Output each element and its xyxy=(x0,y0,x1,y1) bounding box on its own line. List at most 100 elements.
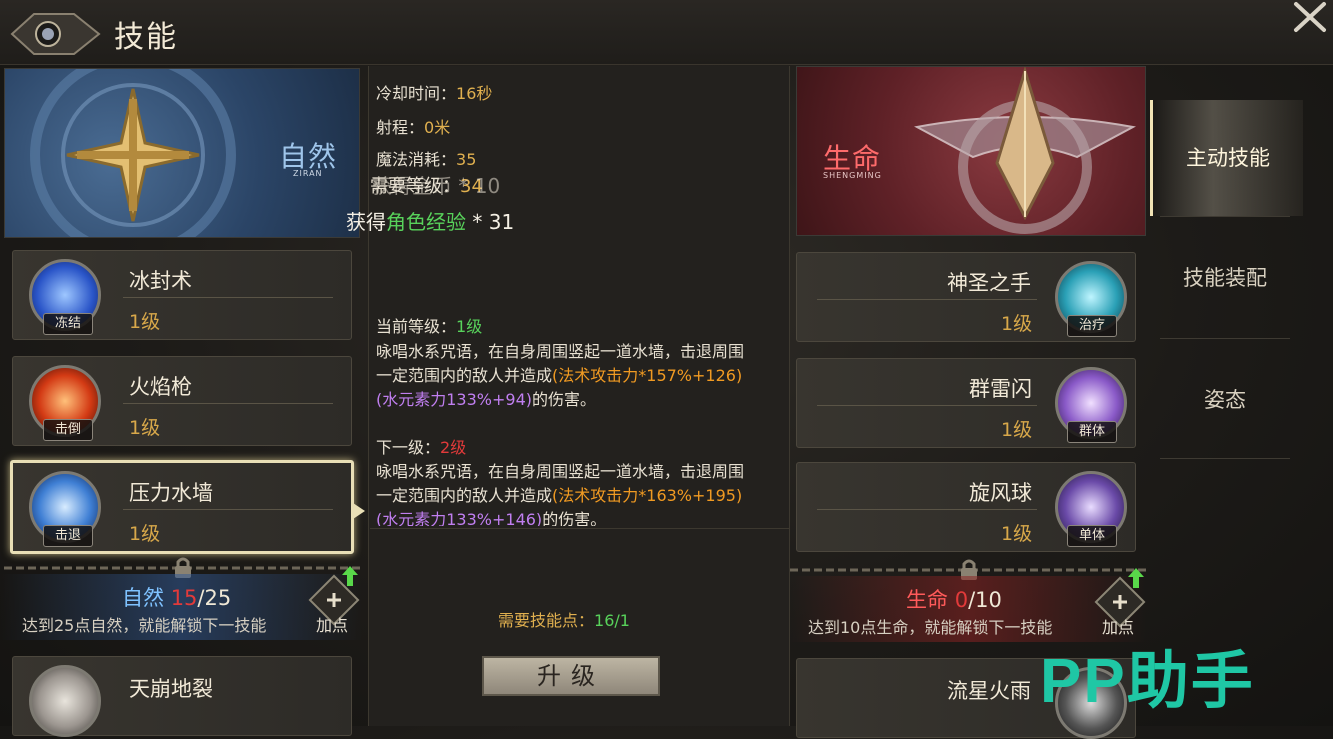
skill-tag-knockdown: 击倒 xyxy=(43,419,93,441)
close-icon[interactable] xyxy=(1290,0,1330,34)
reward-coin-toast: 获得金币 * 10 xyxy=(372,174,501,198)
current-level-label: 当前等级： xyxy=(376,317,457,336)
skill-name: 火焰枪 xyxy=(129,375,192,399)
skill-card-chain-lightning[interactable]: 群雷闪 1级 群体 xyxy=(796,358,1136,448)
skill-level: 1级 xyxy=(129,311,161,333)
mana-label: 魔法消耗： xyxy=(376,150,457,169)
tab-stance[interactable]: 姿态 xyxy=(1150,342,1300,458)
reward-exp-name: 角色经验 xyxy=(386,210,466,234)
skill-name: 流星火雨 xyxy=(947,679,1031,703)
skill-level: 1级 xyxy=(1001,313,1033,335)
cooldown-label: 冷却时间： xyxy=(376,84,457,103)
next-level-clip: 咏唱水系咒语，在自身周围竖起一道水墙，击退周围一定范围内的敌人并造成(法术攻击力… xyxy=(370,458,790,526)
current-level-row: 当前等级：1级 xyxy=(376,313,482,337)
current-level-value: 1级 xyxy=(456,317,483,336)
next-level-label: 下一级： xyxy=(376,438,441,457)
current-desc-tail: 的伤害。 xyxy=(532,390,597,409)
points-current: 15 xyxy=(170,586,198,610)
tab-divider xyxy=(1160,458,1290,459)
skill-name: 压力水墙 xyxy=(129,481,213,505)
reward-exp-toast: 获得角色经验 * 31 xyxy=(346,206,514,235)
points-total: /25 xyxy=(197,586,232,610)
skill-card-whirlwind-ball[interactable]: 旋风球 1级 单体 xyxy=(796,462,1136,552)
life-unlock-hint: 达到10点生命，就能解锁下一技能 xyxy=(808,618,1053,637)
skill-name: 旋风球 xyxy=(969,481,1032,505)
tab-active-skills[interactable]: 主动技能 xyxy=(1150,100,1303,216)
nature-unlock-hint: 达到25点自然，就能解锁下一技能 xyxy=(22,616,267,635)
skill-tag-freeze: 冻结 xyxy=(43,313,93,335)
upgrade-button[interactable]: 升级 xyxy=(482,656,660,696)
menu-emblem-icon xyxy=(10,13,101,55)
skill-tag-group: 群体 xyxy=(1067,421,1117,443)
watermark-logo: PP助手 xyxy=(1040,647,1255,716)
life-school-sub: SHENGMING xyxy=(823,171,882,180)
cooldown-row: 冷却时间：16秒 xyxy=(376,80,492,104)
divider xyxy=(817,509,1037,510)
divider xyxy=(817,299,1037,300)
tab-skill-equip[interactable]: 技能装配 xyxy=(1150,220,1300,336)
next-level-value: 2级 xyxy=(440,438,467,457)
points-school-name: 自然 xyxy=(122,586,164,610)
up-arrow-icon xyxy=(342,566,358,586)
next-desc-spell-power: (法术攻击力*163%+195) xyxy=(552,486,743,505)
skill-card-pressure-water-wall[interactable]: 击退 压力水墙 1级 xyxy=(10,460,365,554)
skill-tag-knockback: 击退 xyxy=(43,525,93,547)
mana-row: 魔法消耗：35 xyxy=(376,146,476,170)
current-desc-spell-power: (法术攻击力*157%+126) xyxy=(552,366,743,385)
tab-divider xyxy=(1160,216,1290,217)
reward-exp-label: 获得 xyxy=(346,210,386,234)
selected-arrow-icon xyxy=(353,503,365,519)
add-point-label: 加点 xyxy=(316,616,349,635)
page-title: 技能 xyxy=(114,20,178,55)
next-desc-tail: 的伤害。 xyxy=(542,510,607,526)
skill-name: 冰封术 xyxy=(129,269,192,293)
skill-level: 1级 xyxy=(1001,523,1033,545)
tab-divider xyxy=(1160,338,1290,339)
skill-name: 神圣之手 xyxy=(947,271,1031,295)
skill-level: 1级 xyxy=(1001,419,1033,441)
plus-icon xyxy=(327,593,341,607)
range-row: 射程：0米 xyxy=(376,114,450,138)
current-desc-element-power: (水元素力133%+94) xyxy=(376,390,532,409)
skill-level: 1级 xyxy=(129,523,161,545)
skill-tag-single: 单体 xyxy=(1067,525,1117,547)
plus-icon xyxy=(1113,595,1127,609)
skill-card-flame-lance[interactable]: 击倒 火焰枪 1级 xyxy=(12,356,352,446)
skill-points-row: 需要技能点：16/1 xyxy=(498,607,630,631)
earthquake-icon xyxy=(29,665,101,737)
life-points: 生命 0/10 xyxy=(906,584,1002,614)
divider xyxy=(123,509,333,510)
skill-name: 群雷闪 xyxy=(969,377,1032,401)
next-level-description: 咏唱水系咒语，在自身周围竖起一道水墙，击退周围一定范围内的敌人并造成(法术攻击力… xyxy=(376,460,756,526)
header-bar xyxy=(0,0,1333,65)
next-level-row: 下一级：2级 xyxy=(376,434,466,458)
life-school-banner: 生命 SHENGMING xyxy=(796,66,1146,236)
points-total: /10 xyxy=(968,588,1002,612)
points-school-name: 生命 xyxy=(906,588,948,612)
nature-school-sub: ZIRAN xyxy=(293,169,323,178)
range-value: 0米 xyxy=(424,118,451,137)
divider xyxy=(123,403,333,404)
current-level-description: 咏唱水系咒语，在自身周围竖起一道水墙，击退周围一定范围内的敌人并造成(法术攻击力… xyxy=(376,340,756,412)
nature-emblem-icon xyxy=(30,69,236,237)
reward-exp-value: * 31 xyxy=(466,210,515,234)
skill-card-holy-hand[interactable]: 神圣之手 1级 治疗 xyxy=(796,252,1136,342)
skill-tag-heal: 治疗 xyxy=(1067,315,1117,337)
skill-card-ice-seal[interactable]: 冻结 冰封术 1级 xyxy=(12,250,352,340)
range-label: 射程： xyxy=(376,118,425,137)
up-arrow-icon xyxy=(1128,568,1144,588)
nature-points: 自然 15/25 xyxy=(122,582,231,612)
detail-divider xyxy=(370,528,790,529)
divider xyxy=(817,405,1037,406)
skill-level: 1级 xyxy=(129,417,161,439)
skill-card-earthquake[interactable]: 天崩地裂 xyxy=(12,656,352,737)
divider xyxy=(123,297,333,298)
cooldown-value: 16秒 xyxy=(456,84,493,103)
skill-points-value: 16/1 xyxy=(594,611,630,630)
life-emblem-icon xyxy=(914,67,1136,234)
skill-points-label: 需要技能点： xyxy=(498,611,595,630)
mana-value: 35 xyxy=(456,150,477,169)
points-current: 0 xyxy=(954,588,969,612)
next-desc-element-power: (水元素力133%+146) xyxy=(376,510,543,526)
nature-school-banner: 自然 ZIRAN xyxy=(4,68,360,238)
